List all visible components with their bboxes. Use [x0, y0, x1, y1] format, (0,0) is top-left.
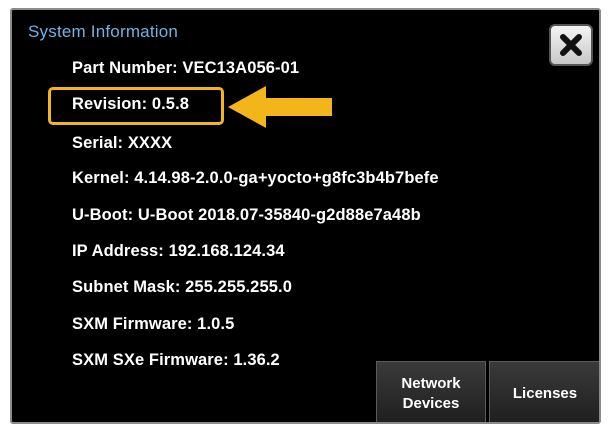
arrow-left-icon — [228, 86, 332, 128]
sxm-sxe-firmware: SXM SXe Firmware: 1.36.2 — [72, 351, 280, 369]
close-button[interactable] — [549, 24, 593, 66]
revision-highlight-box — [48, 87, 224, 125]
network-devices-label-line2: Devices — [402, 394, 460, 412]
close-x-icon — [560, 34, 582, 56]
network-devices-button[interactable]: Network Devices — [376, 361, 486, 422]
dialog-title: System Information — [28, 22, 179, 41]
subnet-mask: Subnet Mask: 255.255.255.0 — [72, 278, 292, 296]
serial: Serial: XXXX — [72, 134, 173, 152]
licenses-button[interactable]: Licenses — [489, 361, 599, 422]
part-number: Part Number: VEC13A056-01 — [72, 59, 300, 77]
screenshot-frame: System Information Part Number: VEC13A05… — [0, 0, 610, 428]
sxm-firmware: SXM Firmware: 1.0.5 — [72, 315, 235, 333]
kernel: Kernel: 4.14.98-2.0.0-ga+yocto+g8fc3b4b7… — [72, 169, 439, 187]
system-information-dialog: System Information Part Number: VEC13A05… — [10, 8, 601, 424]
ip-address: IP Address: 192.168.124.34 — [72, 242, 285, 260]
u-boot: U-Boot: U-Boot 2018.07-35840-g2d88e7a48b — [72, 206, 421, 224]
network-devices-label-line1: Network — [401, 374, 461, 392]
licenses-label: Licenses — [512, 384, 578, 402]
